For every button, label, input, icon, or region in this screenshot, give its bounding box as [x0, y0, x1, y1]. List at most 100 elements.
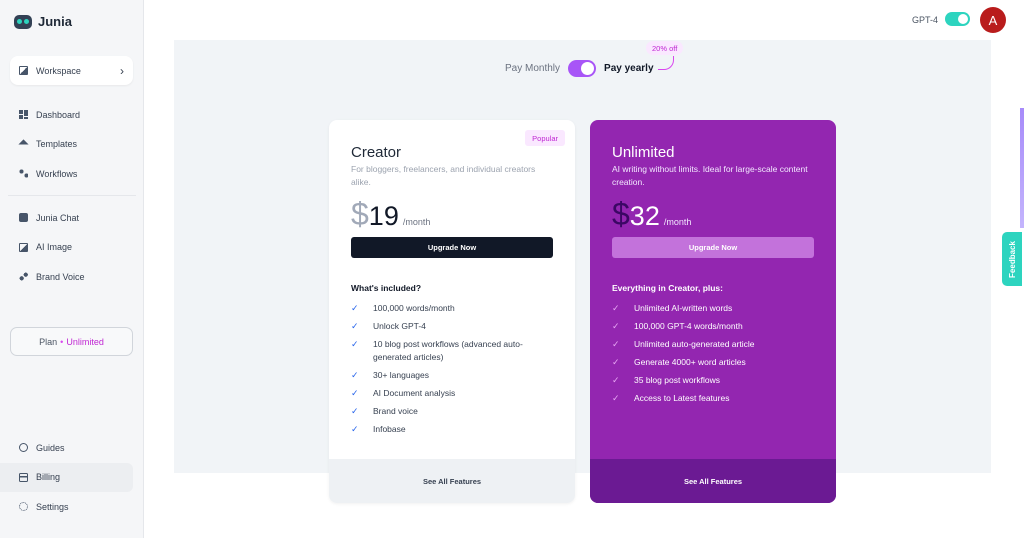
feature-text: AI Document analysis: [373, 388, 456, 398]
brand-logo[interactable]: Junia: [14, 14, 72, 29]
plan-name: Creator: [351, 144, 402, 161]
list-item: ✓ 100,000 words/month: [351, 302, 551, 315]
toggle-knob: [958, 14, 968, 24]
billing-period-toggle: Pay Monthly Pay yearly: [505, 58, 654, 78]
feature-list: ✓ 100,000 words/month ✓ Unlock GPT-4 ✓ 10 b…: [351, 302, 551, 441]
feature-text: 100,000 words/month: [373, 303, 455, 313]
billing-icon: [19, 472, 28, 482]
sidebar-item-label: Templates: [36, 139, 78, 150]
feature-text: Unlock GPT-4: [373, 321, 426, 331]
sidebar-item-label: Settings: [36, 501, 69, 512]
check-icon: ✓: [612, 321, 620, 331]
chat-icon: [19, 213, 28, 223]
see-all-features-button[interactable]: See All Features: [590, 459, 836, 503]
chevron-right-icon: ›: [120, 63, 124, 78]
check-icon: ✓: [351, 406, 359, 416]
check-icon: ✓: [351, 424, 359, 434]
feature-list: ✓ Unlimited AI-written words ✓ 100,000 GPT…: [612, 302, 812, 410]
price-currency: $: [612, 196, 630, 232]
list-item: ✓ Brand voice: [351, 405, 551, 418]
included-heading: What's included?: [351, 283, 422, 293]
check-icon: ✓: [612, 303, 620, 313]
sidebar-item-label: Dashboard: [36, 109, 81, 120]
switch-knob: [581, 61, 595, 75]
feature-text: 10 blog post workflows (advanced auto-ge…: [373, 339, 523, 362]
gpt4-toggle[interactable]: [945, 12, 970, 26]
price-period: /month: [663, 217, 692, 227]
popular-badge: Popular: [525, 130, 565, 146]
workspace-selector[interactable]: Workspace ›: [10, 56, 133, 85]
list-item: ✓ Unlock GPT-4: [351, 320, 551, 333]
nav-tools: Junia Chat AI Image Brand Voice: [0, 203, 144, 292]
plan-name: Unlimited: [612, 144, 675, 161]
list-item: ✓ Generate 4000+ word articles: [612, 356, 812, 369]
check-icon: ✓: [612, 339, 620, 349]
feature-text: Brand voice: [373, 406, 418, 416]
list-item: ✓ 30+ languages: [351, 369, 551, 382]
plan-separator: •: [60, 336, 64, 347]
sidebar-item-guides[interactable]: Guides: [0, 433, 144, 463]
list-item: ✓ 35 blog post workflows: [612, 374, 812, 387]
sidebar-item-label: AI Image: [36, 242, 73, 253]
sidebar-item-workflows[interactable]: Workflows: [0, 159, 144, 189]
sidebar-item-dashboard[interactable]: Dashboard: [0, 100, 144, 130]
settings-icon: [19, 502, 28, 512]
sidebar-item-label: Workflows: [36, 168, 78, 179]
dashboard-icon: [19, 110, 28, 120]
sidebar-item-brand-voice[interactable]: Brand Voice: [0, 262, 144, 292]
discount-badge: 20% off: [646, 41, 684, 55]
sidebar-item-label: Guides: [36, 442, 65, 453]
plan-description: For bloggers, freelancers, and individua…: [351, 164, 536, 187]
brand-voice-icon: [19, 272, 28, 282]
feature-text: 100,000 GPT-4 words/month: [634, 321, 743, 331]
sidebar-item-settings[interactable]: Settings: [0, 492, 144, 522]
pay-yearly-label[interactable]: Pay yearly: [604, 63, 654, 74]
sidebar: Junia Workspace › Dashboard Templates Wo…: [0, 0, 144, 538]
scroll-accent: [1020, 108, 1024, 228]
templates-icon: [18, 139, 29, 150]
sidebar-item-label: Junia Chat: [36, 212, 80, 223]
upgrade-now-button[interactable]: Upgrade Now: [351, 237, 553, 258]
feedback-label: Feedback: [1007, 240, 1017, 278]
feature-text: Access to Latest features: [634, 393, 730, 403]
feature-text: Generate 4000+ word articles: [634, 357, 746, 367]
upgrade-now-button[interactable]: Upgrade Now: [612, 237, 814, 258]
billing-period-switch[interactable]: [568, 59, 597, 77]
guides-icon: [19, 443, 28, 453]
check-icon: ✓: [351, 321, 359, 331]
see-all-features-button[interactable]: See All Features: [329, 459, 575, 503]
nav-bottom: Guides Billing Settings: [0, 433, 144, 522]
feedback-tab[interactable]: Feedback: [1002, 232, 1022, 286]
plan-value: Unlimited: [66, 336, 104, 347]
check-icon: ✓: [612, 375, 620, 385]
image-icon: [19, 242, 28, 252]
plan-badge[interactable]: Plan • Unlimited: [10, 327, 133, 356]
avatar[interactable]: A: [980, 7, 1006, 33]
included-heading: Everything in Creator, plus:: [612, 283, 723, 293]
sidebar-item-junia-chat[interactable]: Junia Chat: [0, 203, 144, 233]
sidebar-item-billing[interactable]: Billing: [0, 462, 133, 492]
feature-text: Unlimited auto-generated article: [634, 339, 755, 349]
check-icon: ✓: [612, 357, 620, 367]
workspace-label: Workspace: [36, 65, 81, 76]
plan-card-creator: Popular Creator For bloggers, freelancer…: [329, 120, 575, 503]
model-label: GPT-4: [912, 15, 939, 25]
pay-monthly-label[interactable]: Pay Monthly: [505, 63, 560, 74]
sidebar-item-ai-image[interactable]: AI Image: [0, 233, 144, 263]
list-item: ✓ Unlimited auto-generated article: [612, 338, 812, 351]
sidebar-item-templates[interactable]: Templates: [0, 130, 144, 160]
sidebar-divider: [8, 195, 136, 196]
feature-text: 35 blog post workflows: [634, 375, 720, 385]
list-item: ✓ Infobase: [351, 423, 551, 436]
feature-text: Infobase: [373, 424, 406, 434]
list-item: ✓ Access to Latest features: [612, 392, 812, 405]
list-item: ✓ 10 blog post workflows (advanced auto-g…: [351, 338, 551, 364]
price-amount: 19: [368, 201, 399, 231]
price-period: /month: [402, 217, 431, 227]
junia-logo-icon: [14, 14, 32, 29]
workflows-icon: [19, 169, 28, 179]
sidebar-item-label: Billing: [36, 472, 61, 483]
plan-price: $ 32 /month: [612, 196, 691, 233]
workspace-icon: [19, 66, 28, 75]
feature-text: Unlimited AI-written words: [634, 303, 733, 313]
